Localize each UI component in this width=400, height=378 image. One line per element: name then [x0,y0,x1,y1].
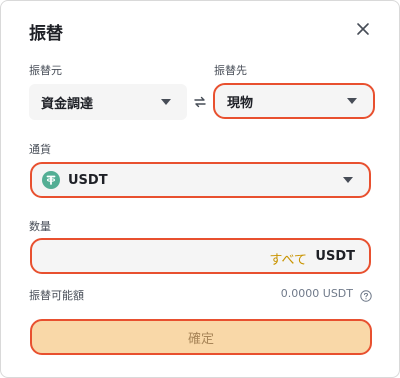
chevron-down-icon [347,98,357,104]
available-label: 振替可能額 [29,289,84,302]
from-label: 振替元 [29,64,62,77]
question-circle-icon[interactable] [360,287,372,302]
dialog-title: 振替 [29,24,63,44]
chevron-down-icon [161,99,171,105]
to-account-value: 現物 [227,95,254,111]
close-icon[interactable] [355,21,371,37]
currency-label: 通貨 [29,143,51,156]
amount-unit: USDT [315,249,355,264]
amount-input[interactable] [44,248,268,270]
currency-value: USDT [68,172,108,188]
swap-arrows-icon[interactable] [193,94,207,108]
to-label: 振替先 [214,64,247,77]
max-all-button[interactable]: すべて [269,249,307,268]
tether-icon [42,171,60,189]
amount-field[interactable]: すべて USDT [30,238,371,274]
transfer-dialog: 振替 振替元 資金調達 振替先 現物 通貨 USDT 数量 すべて USDT 振… [0,0,400,378]
amount-label: 数量 [29,220,51,233]
from-account-value: 資金調達 [41,96,94,112]
available-value: 0.0000 USDT [280,287,353,300]
chevron-down-icon [343,177,353,183]
from-account-select[interactable]: 資金調達 [29,84,187,120]
to-account-select[interactable]: 現物 [213,83,375,119]
currency-select[interactable]: USDT [30,162,371,198]
confirm-button[interactable]: 確定 [30,319,372,355]
